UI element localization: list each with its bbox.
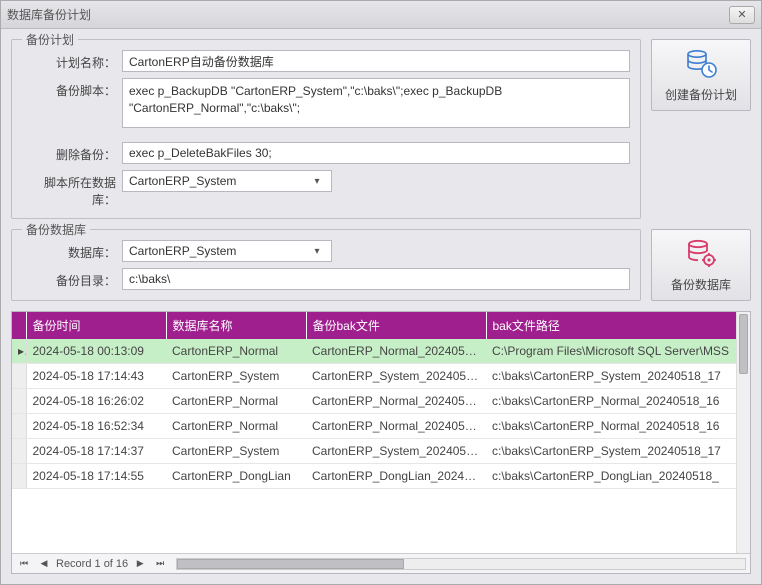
grid-vertical-scrollbar[interactable] [736,312,750,553]
db-label: 数据库： [22,240,122,261]
cell-file: CartonERP_Normal_20240518... [306,339,486,364]
chevron-down-icon: ▾ [309,171,325,191]
nav-prev-button[interactable]: ◀ [36,557,52,571]
plan-script-label: 备份脚本： [22,78,122,99]
titlebar: 数据库备份计划 ✕ [1,1,761,29]
plan-db-label: 脚本所在数据库： [22,170,122,208]
plan-name-input[interactable] [122,50,630,72]
cell-file: CartonERP_System_2024051... [306,439,486,464]
cell-db: CartonERP_System [166,364,306,389]
table-row[interactable]: 2024-05-18 16:26:02CartonERP_NormalCarto… [12,389,750,414]
cell-db: CartonERP_Normal [166,389,306,414]
row-indicator [12,364,26,389]
create-plan-button[interactable]: 创建备份计划 [651,39,751,111]
cell-time: 2024-05-18 00:13:09 [26,339,166,364]
chevron-down-icon: ▾ [309,241,325,261]
create-plan-label: 创建备份计划 [665,86,737,103]
close-button[interactable]: ✕ [729,6,755,24]
row-indicator [12,414,26,439]
plan-groupbox: 备份计划 计划名称： 备份脚本： exec p_BackupDB "Carton… [11,39,641,219]
plan-delete-label: 删除备份： [22,142,122,163]
cell-time: 2024-05-18 16:52:34 [26,414,166,439]
db-combo[interactable]: CartonERP_System ▾ [122,240,332,262]
cell-file: CartonERP_Normal_2024051... [306,414,486,439]
row-indicator [12,464,26,489]
backup-db-button[interactable]: 备份数据库 [651,229,751,301]
content: 备份计划 计划名称： 备份脚本： exec p_BackupDB "Carton… [1,29,761,584]
table-row[interactable]: 2024-05-18 17:14:55CartonERP_DongLianCar… [12,464,750,489]
cell-db: CartonERP_Normal [166,414,306,439]
col-path[interactable]: bak文件路径 [486,312,750,339]
database-gear-icon [685,238,717,270]
plan-legend: 备份计划 [22,31,78,48]
backup-db-row: 备份数据库 数据库： CartonERP_System ▾ 备份目录： [11,229,751,301]
table-row[interactable]: 2024-05-18 17:14:43CartonERP_SystemCarto… [12,364,750,389]
close-icon: ✕ [737,8,746,21]
cell-path: C:\Program Files\Microsoft SQL Server\MS… [486,339,750,364]
cell-file: CartonERP_Normal_2024051... [306,389,486,414]
database-clock-icon [685,48,717,80]
backup-db-label: 备份数据库 [671,276,731,293]
cell-db: CartonERP_Normal [166,339,306,364]
table-row[interactable]: ▸2024-05-18 00:13:09CartonERP_NormalCart… [12,339,750,364]
col-db[interactable]: 数据库名称 [166,312,306,339]
backup-db-groupbox: 备份数据库 数据库： CartonERP_System ▾ 备份目录： [11,229,641,301]
window-title: 数据库备份计划 [7,6,729,23]
db-combo-text: CartonERP_System [129,244,309,258]
grid-table[interactable]: 备份时间 数据库名称 备份bak文件 bak文件路径 ▸2024-05-18 0… [12,312,750,489]
cell-db: CartonERP_DongLian [166,464,306,489]
grid-footer: ⏮ ◀ Record 1 of 16 ▶ ⏭ [12,553,750,573]
cell-time: 2024-05-18 17:14:43 [26,364,166,389]
cell-time: 2024-05-18 17:14:37 [26,439,166,464]
nav-last-button[interactable]: ⏭ [152,557,168,571]
plan-db-combo[interactable]: CartonERP_System ▾ [122,170,332,192]
plan-db-combo-text: CartonERP_System [129,174,309,188]
cell-file: CartonERP_DongLian_20240... [306,464,486,489]
col-time[interactable]: 备份时间 [26,312,166,339]
backup-db-legend: 备份数据库 [22,221,90,238]
cell-path: c:\baks\CartonERP_System_20240518_17 [486,364,750,389]
grid: 备份时间 数据库名称 备份bak文件 bak文件路径 ▸2024-05-18 0… [11,311,751,574]
cell-db: CartonERP_System [166,439,306,464]
table-row[interactable]: 2024-05-18 17:14:37CartonERP_SystemCarto… [12,439,750,464]
scrollbar-thumb[interactable] [739,314,748,374]
plan-delete-input[interactable] [122,142,630,164]
nav-next-button[interactable]: ▶ [132,557,148,571]
nav-first-button[interactable]: ⏮ [16,557,32,571]
col-file[interactable]: 备份bak文件 [306,312,486,339]
cell-path: c:\baks\CartonERP_DongLian_20240518_ [486,464,750,489]
row-indicator [12,389,26,414]
cell-time: 2024-05-18 16:26:02 [26,389,166,414]
plan-name-label: 计划名称： [22,50,122,71]
dir-input[interactable] [122,268,630,290]
cell-path: c:\baks\CartonERP_System_20240518_17 [486,439,750,464]
cell-path: c:\baks\CartonERP_Normal_20240518_16 [486,414,750,439]
window: 数据库备份计划 ✕ 备份计划 计划名称： 备份脚本： exec p_Backup… [0,0,762,585]
plan-row: 备份计划 计划名称： 备份脚本： exec p_BackupDB "Carton… [11,39,751,219]
cell-time: 2024-05-18 17:14:55 [26,464,166,489]
plan-script-input[interactable]: exec p_BackupDB "CartonERP_System","c:\b… [122,78,630,128]
grid-horizontal-scrollbar[interactable] [176,558,746,570]
pager-text: Record 1 of 16 [56,558,128,570]
row-indicator: ▸ [12,339,26,364]
scrollbar-thumb[interactable] [177,559,404,569]
table-row[interactable]: 2024-05-18 16:52:34CartonERP_NormalCarto… [12,414,750,439]
cell-file: CartonERP_System_2024051... [306,364,486,389]
row-indicator [12,439,26,464]
dir-label: 备份目录： [22,268,122,289]
cell-path: c:\baks\CartonERP_Normal_20240518_16 [486,389,750,414]
